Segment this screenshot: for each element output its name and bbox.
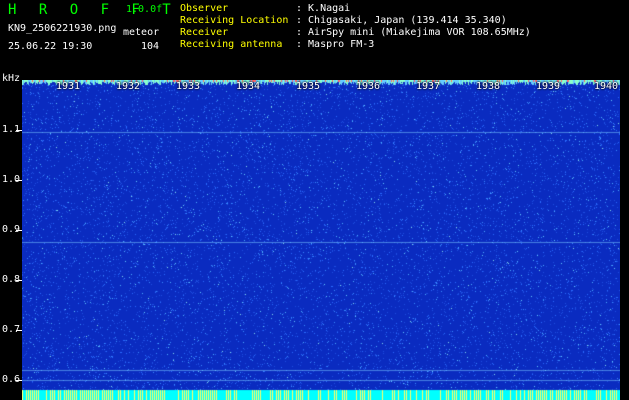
info-observer-value: : K.Nagai xyxy=(296,3,351,14)
info-antenna-label: Receiving antenna xyxy=(180,39,283,50)
frequency-axis: kHz 1.1 1.0 0.9 0.8 0.7 0.6 xyxy=(0,74,22,400)
spectrogram-canvas xyxy=(22,80,620,400)
info-receiver-label: Receiver xyxy=(180,27,229,38)
info-location-label: Receiving Location xyxy=(180,15,289,26)
spectrogram-panel: 1931 1932 1933 1934 1935 1936 1937 1938 … xyxy=(22,80,620,400)
time-tick-label: 1936 xyxy=(356,81,381,92)
meteor-count: 104 xyxy=(141,41,160,52)
time-tick-label: 1939 xyxy=(536,81,561,92)
filename-label: KN9_2506221930.png xyxy=(8,23,117,34)
info-location-value: : Chigasaki, Japan (139.414 35.340) xyxy=(296,15,507,26)
datetime-label: 25.06.22 19:30 xyxy=(8,41,93,52)
time-tick-label: 1937 xyxy=(416,81,441,92)
right-margin xyxy=(620,80,629,400)
time-tick-label: 1934 xyxy=(236,81,261,92)
time-tick-label: 1940 xyxy=(594,81,619,92)
time-tick-label: 1931 xyxy=(56,81,81,92)
time-tick-label: 1932 xyxy=(116,81,141,92)
axis-unit-label: kHz xyxy=(2,73,21,84)
info-antenna-value: : Maspro FM-3 xyxy=(296,39,375,50)
header-panel: H R O F F T 1.0.0f KN9_2506221930.png 25… xyxy=(0,0,629,80)
meteor-label: meteor xyxy=(123,27,160,38)
time-tick-label: 1933 xyxy=(176,81,201,92)
time-tick-label: 1938 xyxy=(476,81,501,92)
info-observer-label: Observer xyxy=(180,3,229,14)
version-label: 1.0.0f xyxy=(126,4,163,15)
time-tick-label: 1935 xyxy=(296,81,321,92)
info-receiver-value: : AirSpy mini (Miakejima VOR 108.65MHz) xyxy=(296,27,531,38)
